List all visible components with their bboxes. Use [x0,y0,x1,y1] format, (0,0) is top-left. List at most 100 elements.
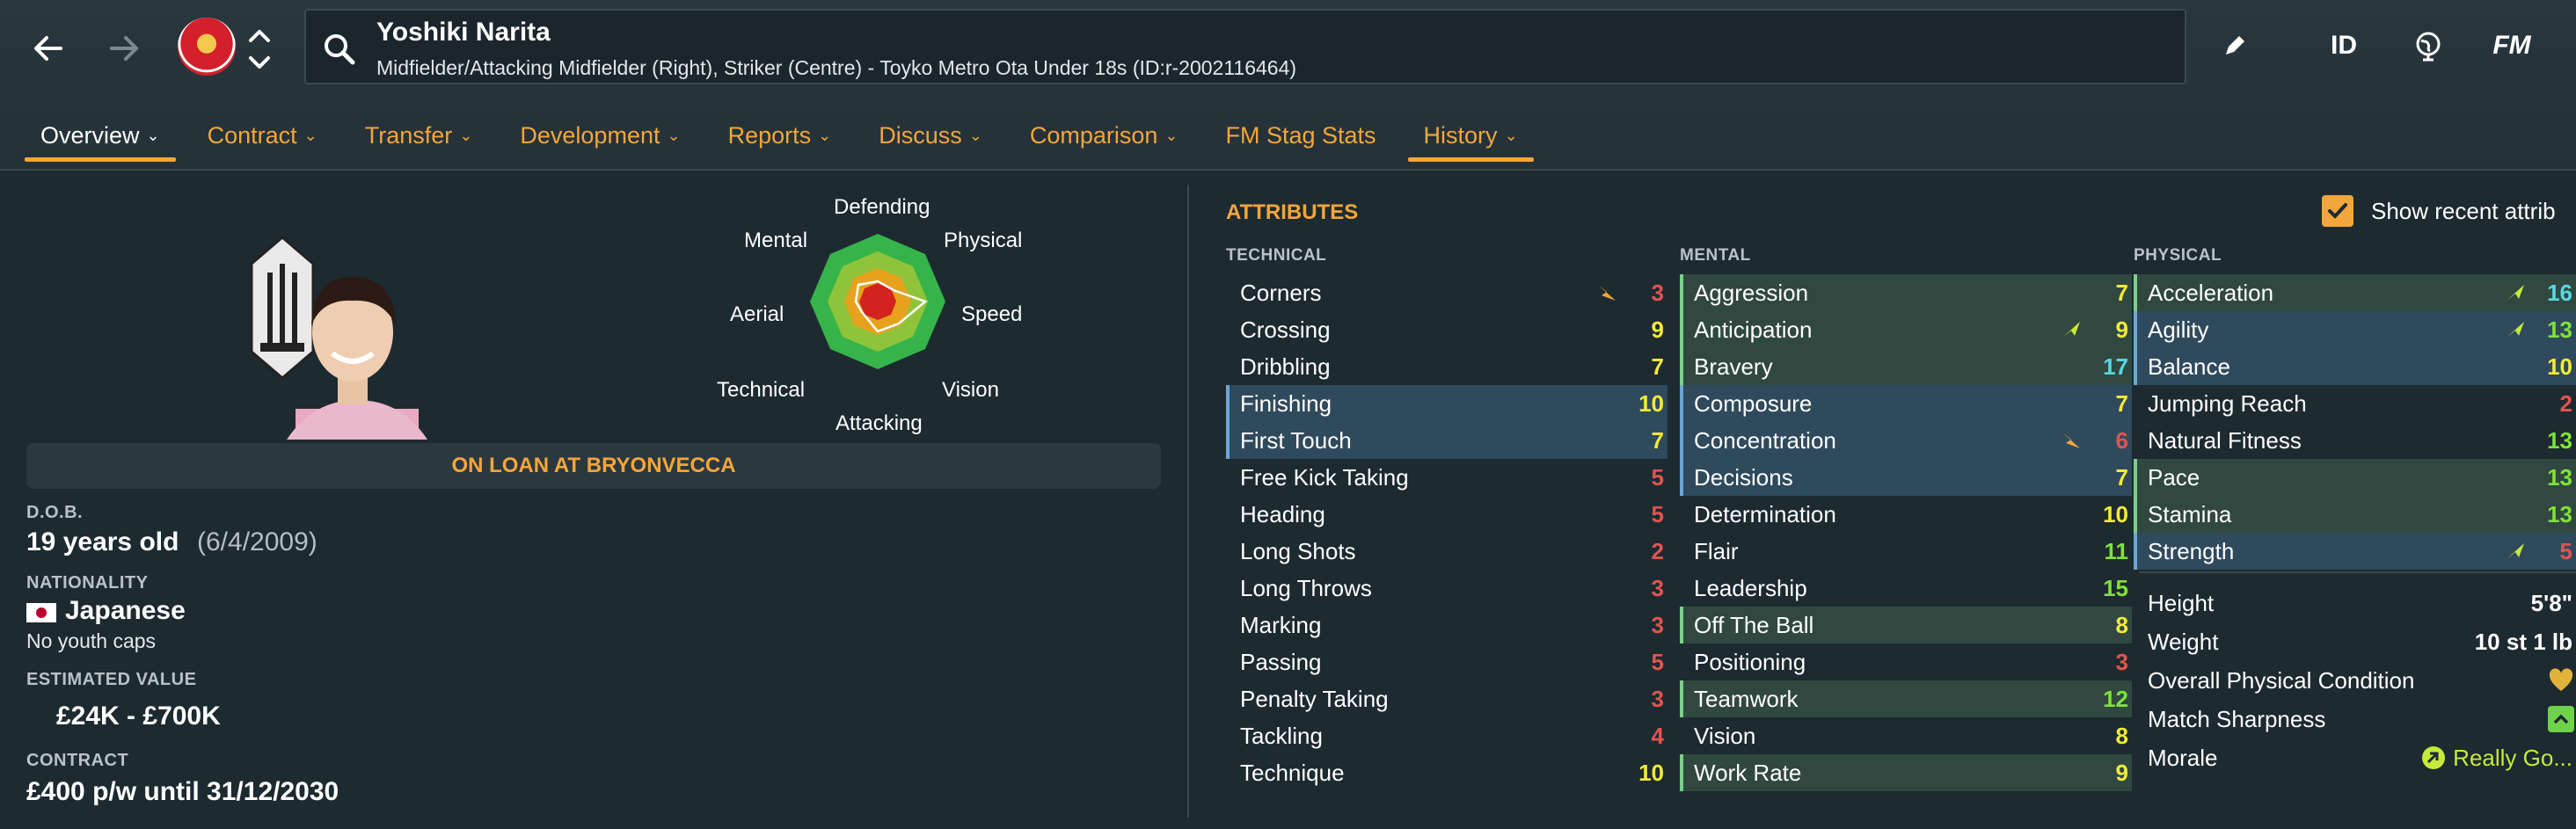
checkbox[interactable] [2322,195,2353,227]
loan-status-bar[interactable]: ON LOAN AT BRYONVECCA [26,443,1161,489]
technical-attributes: Corners 3 Crossing 9 Dribbling 7 Finishing 10 Fi… [1226,274,1667,791]
attribute-row[interactable]: First Touch 7 [1226,422,1667,459]
attribute-row[interactable]: Pace 13 [2134,459,2576,496]
weight-value: 10 st 1 lb [2474,628,2572,655]
sharpness-label: Match Sharpness [2148,705,2326,732]
attribute-value: 7 [1651,353,1664,380]
attribute-name: Strength [2148,537,2235,564]
forward-button[interactable] [93,18,155,79]
tab-comparison[interactable]: Comparison ⌄ [1014,113,1194,158]
attribute-row[interactable]: Crossing 9 [1226,311,1667,348]
attribute-row[interactable]: Anticipation 9 [1680,311,2132,348]
morale-row[interactable]: Morale Really Go... [2148,738,2576,777]
show-recent-toggle[interactable]: Show recent attrib [2322,195,2556,227]
morale-label: Morale [2148,744,2218,771]
attribute-name: Flair [1694,537,1739,564]
nationality-value[interactable]: Japanese [65,596,186,626]
tab-label: FM Stag Stats [1225,121,1376,149]
tab-transfer[interactable]: Transfer ⌄ [349,113,489,158]
attribute-row[interactable]: Decisions 7 [1680,459,2132,496]
attribute-row[interactable]: Passing 5 [1226,644,1667,680]
fm-button[interactable]: FM [2485,19,2538,72]
morale-arrow-icon [2422,745,2446,769]
player-portrait [250,236,427,440]
chevron-down-icon: ⌄ [459,126,473,144]
panel-divider [1187,185,1189,818]
radar-label-technical: Technical [717,378,806,402]
attribute-value: 11 [2104,537,2129,564]
player-header-box[interactable]: Yoshiki Narita Midfielder/Attacking Midf… [304,9,2186,84]
tab-fm-stag-stats[interactable]: FM Stag Stats [1209,113,1391,158]
player-name: Yoshiki Narita [376,18,551,47]
tab-label: Overview [40,121,140,149]
profile-panel: Defending Physical Speed Vision Attackin… [7,179,1180,829]
attribute-row[interactable]: Long Shots 2 [1226,533,1667,570]
attribute-row[interactable]: Tackling 4 [1226,717,1667,754]
attribute-row[interactable]: Off The Ball 8 [1680,607,2132,644]
attribute-value: 5 [1651,648,1664,675]
attribute-name: Free Kick Taking [1240,463,1409,491]
attribute-row[interactable]: Heading 5 [1226,496,1667,533]
tab-overview[interactable]: Overview ⌄ [25,113,176,162]
attribute-row[interactable]: Balance 10 [2134,348,2576,385]
chevron-up-down-icon [249,30,270,69]
sharpness-up-icon [2548,706,2574,732]
value-label: ESTIMATED VALUE [26,670,197,689]
attribute-row[interactable]: Work Rate 9 [1680,754,2132,791]
club-badge-icon[interactable] [178,18,236,76]
attribute-row[interactable]: Strength 5 [2134,533,2576,570]
attribute-row[interactable]: Marking 3 [1226,607,1667,644]
attribute-row[interactable]: Free Kick Taking 5 [1226,459,1667,496]
globe-icon [2416,32,2441,62]
attribute-name: Corners [1240,279,1322,306]
height-row: Height 5'8" [2148,584,2576,622]
physical-details: Height 5'8" Weight 10 st 1 lb Overall Ph… [2148,584,2576,777]
edit-button[interactable] [2213,19,2257,72]
attribute-value: 10 [1638,389,1664,417]
mental-attributes: Aggression 7 Anticipation 9 Bravery 17 Composu… [1680,274,2132,791]
tab-reports[interactable]: Reports ⌄ [712,113,848,158]
attribute-name: Natural Fitness [2148,426,2302,454]
attribute-row[interactable]: Composure 7 [1680,385,2132,422]
back-button[interactable] [18,18,79,79]
height-label: Height [2148,589,2215,616]
attribute-row[interactable]: Dribbling 7 [1226,348,1667,385]
attribute-row[interactable]: Corners 3 [1226,274,1667,311]
attribute-row[interactable]: Natural Fitness 13 [2134,422,2576,459]
trend-up-icon [2507,322,2524,338]
tab-development[interactable]: Development ⌄ [504,113,696,158]
attribute-row[interactable]: Penalty Taking 3 [1226,680,1667,717]
globe-button[interactable] [2406,19,2450,72]
attribute-row[interactable]: Aggression 7 [1680,274,2132,311]
tab-history[interactable]: History ⌄ [1407,113,1534,162]
attribute-value: 5 [2559,537,2572,564]
weight-row: Weight 10 st 1 lb [2148,622,2576,661]
attribute-row[interactable]: Concentration 6 [1680,422,2132,459]
attribute-row[interactable]: Technique 10 [1226,754,1667,791]
attribute-row[interactable]: Finishing 10 [1226,385,1667,422]
chevron-down-icon: ⌄ [146,126,160,144]
attribute-row[interactable]: Positioning 3 [1680,644,2132,680]
player-switch-arrows[interactable] [244,23,274,76]
attribute-row[interactable]: Jumping Reach 2 [2134,385,2576,422]
attribute-row[interactable]: Vision 8 [1680,717,2132,754]
attribute-row[interactable]: Long Throws 3 [1226,570,1667,607]
id-button[interactable]: ID [2322,19,2366,72]
attribute-row[interactable]: Flair 11 [1680,533,2132,570]
chevron-down-icon: ⌄ [818,126,832,144]
attribute-row[interactable]: Stamina 13 [2134,496,2576,533]
attribute-row[interactable]: Teamwork 12 [1680,680,2132,717]
tab-contract[interactable]: Contract ⌄ [192,113,333,158]
attribute-row[interactable]: Agility 13 [2134,311,2576,348]
attribute-value: 9 [2115,759,2128,786]
player-subtitle: Midfielder/Attacking Midfielder (Right),… [376,56,1297,79]
attribute-row[interactable]: Determination 10 [1680,496,2132,533]
attribute-row[interactable]: Bravery 17 [1680,348,2132,385]
attribute-name: Jumping Reach [2148,389,2307,417]
radar-label-vision: Vision [942,378,999,402]
search-icon[interactable] [322,32,357,67]
attribute-row[interactable]: Acceleration 16 [2134,274,2576,311]
trend-down-icon [1598,285,1616,301]
attribute-row[interactable]: Leadership 15 [1680,570,2132,607]
tab-discuss[interactable]: Discuss ⌄ [863,113,998,158]
